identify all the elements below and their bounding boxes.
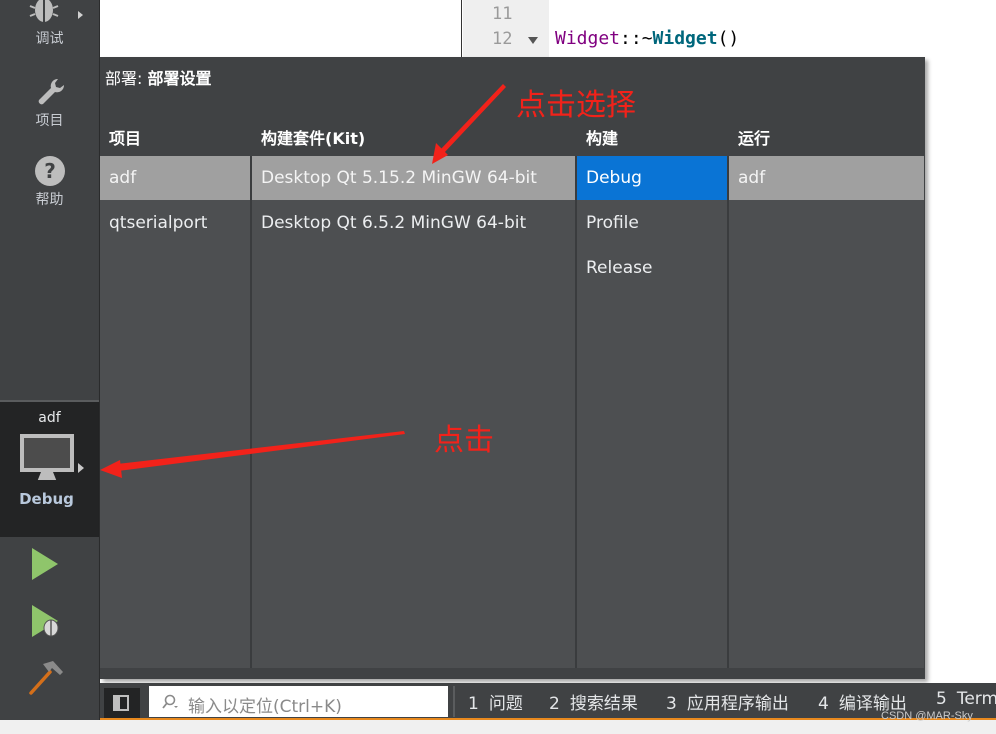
output-tab-number: 3 — [666, 694, 677, 714]
annotation-select-text: 点击选择 — [516, 88, 636, 123]
watermark: CSDN @MAR-Sky — [881, 710, 973, 722]
output-tab-number: 4 — [818, 694, 829, 714]
output-bar-separator — [453, 686, 455, 717]
kit-selector-config: Debug — [19, 490, 74, 508]
popup-title: 部署: 部署设置 — [105, 65, 212, 89]
output-tab-search-results[interactable]: 2 搜索结果 — [549, 689, 638, 714]
kit-item[interactable]: Desktop Qt 5.15.2 MinGW 64-bit — [252, 156, 576, 200]
output-tab-number: 2 — [549, 694, 560, 714]
kit-item[interactable]: Desktop Qt 6.5.2 MinGW 64-bit — [252, 201, 576, 245]
output-pane-bar: 输入以定位(Ctrl+K) 1 问题 2 搜索结果 3 应用程序输出 4 编译输出 5T… — [100, 683, 996, 720]
mode-projects[interactable]: 项目 — [0, 76, 99, 130]
popup-title-prefix: 部署: — [105, 69, 148, 88]
run-config-item[interactable]: adf — [729, 156, 924, 200]
fold-arrow-icon[interactable] — [528, 37, 538, 44]
code-function-token: Widget — [652, 28, 718, 49]
build-config-item[interactable]: Release — [577, 246, 727, 290]
project-item[interactable]: qtserialport — [100, 201, 250, 245]
run-config-list: adf — [729, 156, 924, 668]
popup-title-value: 部署设置 — [147, 69, 212, 88]
code-class-token: Widget — [555, 28, 621, 49]
bug-icon — [29, 0, 59, 22]
target-selector-popup: 部署: 部署设置 项目 adf qtserialport 构建套件(Kit) D… — [100, 57, 925, 679]
svg-text:?: ? — [44, 159, 56, 183]
kit-list: Desktop Qt 5.15.2 MinGW 64-bit Desktop Q… — [252, 156, 576, 668]
search-icon — [162, 694, 178, 709]
output-tab-issues[interactable]: 1 问题 — [468, 689, 523, 714]
debug-run-icon — [32, 605, 59, 637]
column-header-run: 运行 — [738, 129, 771, 148]
build-config-item[interactable]: Profile — [577, 201, 727, 245]
project-item[interactable]: adf — [100, 156, 250, 200]
build-config-item[interactable]: Debug — [577, 156, 727, 200]
locator-input[interactable]: 输入以定位(Ctrl+K) — [149, 686, 448, 717]
annotation-click-text: 点击 — [434, 423, 494, 458]
expand-arrow-icon — [78, 463, 84, 473]
output-tab-label: Term — [956, 689, 996, 709]
help-icon: ? — [34, 156, 65, 186]
kit-selector-project: adf — [38, 410, 61, 426]
build-config-list: Debug Profile Release — [577, 156, 727, 668]
hammer-icon — [29, 661, 63, 695]
column-header-kit: 构建套件(Kit) — [261, 129, 366, 148]
output-tab-label: 问题 — [488, 694, 523, 714]
output-tab-terminal[interactable]: 5 Term — [936, 689, 996, 709]
line-number: 11 — [492, 4, 513, 24]
debug-run-button[interactable] — [30, 604, 64, 640]
footer-strip — [0, 720, 996, 734]
output-tab-number: 5 — [936, 689, 947, 709]
sidebar-toggle-icon — [113, 695, 129, 711]
code-line[interactable]: Widget::~Widget() — [555, 28, 739, 49]
toggle-sidebar-button[interactable] — [104, 688, 140, 718]
output-tab-number: 1 — [468, 694, 479, 714]
code-editor[interactable]: 11 12 Widget::~Widget() — [100, 0, 996, 57]
output-tab-label: 应用程序输出 — [686, 694, 789, 714]
build-button[interactable] — [28, 660, 66, 696]
wrench-icon — [38, 78, 64, 105]
mode-label: 帮助 — [35, 192, 64, 208]
monitor-icon — [20, 434, 74, 480]
project-list: adf qtserialport — [100, 156, 250, 668]
mode-label: 调试 — [35, 31, 64, 47]
mode-debug[interactable]: 调试 — [0, 0, 99, 48]
code-parens-token: () — [717, 28, 740, 49]
run-button[interactable] — [30, 547, 64, 583]
run-icon — [32, 548, 58, 580]
output-tab-application-output[interactable]: 3 应用程序输出 — [666, 689, 789, 714]
code-scope-token: ::~ — [620, 28, 653, 49]
kit-selector-button[interactable]: adf Debug — [0, 400, 99, 537]
column-header-build: 构建 — [586, 129, 619, 148]
mode-label: 项目 — [35, 113, 64, 129]
mode-sidebar: 调试 项目 ? 帮助 adf Debug — [0, 0, 100, 720]
column-header-project: 项目 — [109, 129, 142, 148]
locator-placeholder: 输入以定位(Ctrl+K) — [188, 697, 342, 717]
editor-left-pane — [100, 0, 462, 57]
line-number: 12 — [492, 29, 513, 49]
output-tab-label: 搜索结果 — [569, 694, 638, 714]
mode-help[interactable]: ? 帮助 — [0, 155, 99, 209]
expand-arrow-icon — [78, 11, 83, 19]
